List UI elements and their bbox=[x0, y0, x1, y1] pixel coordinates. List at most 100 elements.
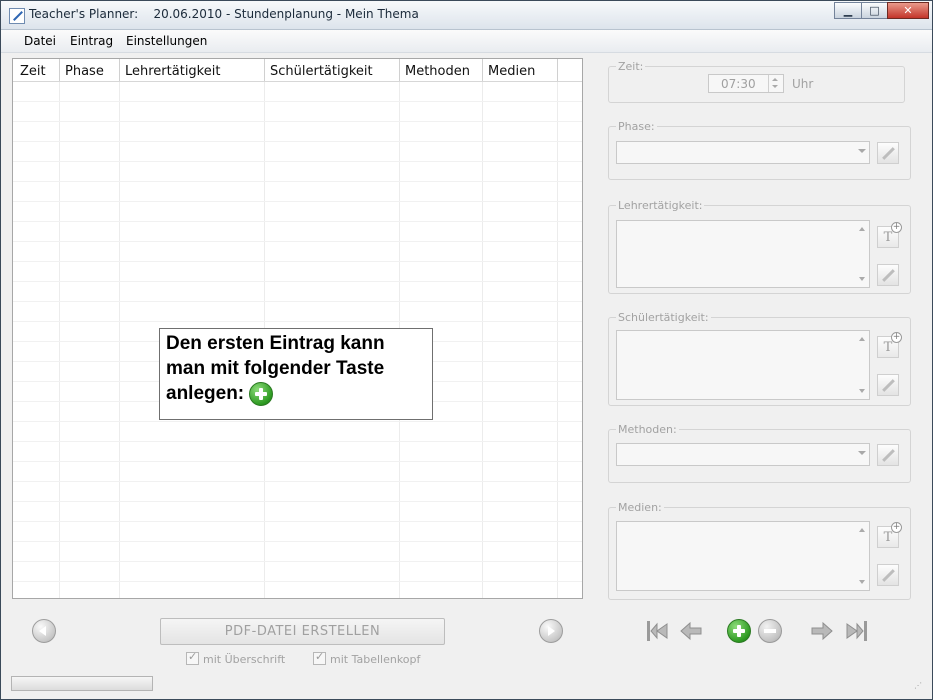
edit-schueler-button[interactable] bbox=[877, 374, 899, 396]
zeit-spinner-arrows[interactable] bbox=[768, 75, 783, 92]
edit-lehrer-button[interactable] bbox=[877, 264, 899, 286]
column-header-phase[interactable]: Phase bbox=[65, 64, 104, 79]
minus-icon bbox=[764, 629, 776, 633]
horizontal-scrollbar[interactable] bbox=[11, 676, 153, 691]
column-header-medien[interactable]: Medien bbox=[488, 64, 535, 79]
add-entry-button[interactable] bbox=[727, 619, 751, 643]
maximize-button[interactable]: □ bbox=[861, 2, 888, 19]
table-header: Zeit Phase Lehrertätigkeit Schülertätigk… bbox=[13, 59, 582, 82]
remove-entry-button[interactable] bbox=[758, 619, 782, 643]
scroll-up-icon[interactable] bbox=[859, 528, 865, 532]
header-separator bbox=[59, 59, 60, 81]
close-button[interactable]: ✕ bbox=[887, 2, 929, 19]
medien-label: Medien: bbox=[616, 501, 664, 514]
hint-line-2: man mit folgender Taste bbox=[166, 358, 385, 379]
checkbox-checked-icon[interactable] bbox=[313, 650, 326, 665]
lehrertaetigkeit-textarea[interactable] bbox=[616, 220, 870, 288]
zeit-group: Zeit: 07:30 Uhr bbox=[608, 60, 905, 103]
close-icon: ✕ bbox=[903, 4, 913, 17]
next-page-button[interactable] bbox=[539, 619, 563, 643]
app-window: Teacher's Planner: 20.06.2010 - Stundenp… bbox=[0, 0, 933, 700]
scroll-up-icon[interactable] bbox=[859, 337, 865, 341]
column-header-lehrertaetigkeit[interactable]: Lehrertätigkeit bbox=[125, 64, 220, 79]
previous-page-button[interactable] bbox=[32, 619, 56, 643]
minimize-button[interactable]: ▁ bbox=[834, 2, 862, 19]
header-separator bbox=[264, 59, 265, 81]
menu-bar: Datei Eintrag Einstellungen bbox=[1, 30, 932, 53]
bar-mark bbox=[647, 621, 650, 641]
row-line bbox=[13, 301, 582, 302]
last-record-icon bbox=[846, 622, 864, 640]
column-header-schuelertaetigkeit[interactable]: Schülertätigkeit bbox=[270, 64, 373, 79]
row-line bbox=[13, 521, 582, 522]
row-line bbox=[13, 581, 582, 582]
last-record-button[interactable] bbox=[843, 618, 869, 644]
column-header-zeit[interactable]: Zeit bbox=[20, 64, 46, 79]
first-entry-hint: Den ersten Eintrag kann man mit folgende… bbox=[159, 328, 433, 420]
edit-phase-button[interactable] bbox=[877, 142, 899, 164]
row-line bbox=[13, 221, 582, 222]
schuelertaetigkeit-textarea[interactable] bbox=[616, 330, 870, 400]
methoden-select[interactable] bbox=[616, 443, 870, 466]
column-line bbox=[59, 59, 60, 598]
zeit-unit: Uhr bbox=[792, 77, 814, 91]
scroll-up-icon[interactable] bbox=[859, 227, 865, 231]
maximize-icon: □ bbox=[869, 4, 880, 17]
create-pdf-button[interactable]: PDF-DATEI ERSTELLEN bbox=[160, 618, 445, 645]
schuelertaetigkeit-label: Schülertätigkeit: bbox=[616, 311, 711, 324]
menu-einstellungen[interactable]: Einstellungen bbox=[126, 34, 207, 48]
phase-select[interactable] bbox=[616, 141, 870, 164]
spin-up-icon bbox=[772, 78, 778, 81]
resize-grip-icon[interactable]: ⋰ bbox=[914, 681, 924, 691]
methoden-group: Methoden: bbox=[608, 423, 911, 483]
row-line bbox=[13, 201, 582, 202]
minimize-icon: ▁ bbox=[843, 4, 853, 17]
column-header-methoden[interactable]: Methoden bbox=[405, 64, 470, 79]
edit-methoden-button[interactable] bbox=[877, 444, 899, 466]
row-line bbox=[13, 561, 582, 562]
checkbox-ueberschrift-label: mit Überschrift bbox=[203, 653, 286, 666]
bar-mark bbox=[864, 621, 867, 641]
row-line bbox=[13, 261, 582, 262]
scroll-down-icon[interactable] bbox=[859, 277, 865, 281]
row-line bbox=[13, 101, 582, 102]
first-record-icon bbox=[650, 622, 668, 640]
first-record-button[interactable] bbox=[645, 618, 671, 644]
menu-eintrag[interactable]: Eintrag bbox=[70, 34, 113, 48]
window-title: Teacher's Planner: 20.06.2010 - Stundenp… bbox=[29, 7, 419, 21]
zeit-spinner[interactable]: 07:30 bbox=[708, 74, 784, 93]
insert-text-lehrer-button[interactable]: T + bbox=[877, 222, 902, 248]
checkbox-checked-icon[interactable] bbox=[186, 650, 199, 665]
checkbox-tabellenkopf-label: mit Tabellenkopf bbox=[330, 653, 421, 666]
column-line bbox=[482, 59, 483, 598]
title-bar[interactable]: Teacher's Planner: 20.06.2010 - Stundenp… bbox=[1, 1, 932, 30]
lehrertaetigkeit-group: Lehrertätigkeit: T + bbox=[608, 199, 911, 294]
row-line bbox=[13, 481, 582, 482]
checkbox-ueberschrift[interactable]: mit Überschrift bbox=[186, 650, 286, 666]
arrow-left-icon bbox=[39, 626, 46, 636]
row-line bbox=[13, 241, 582, 242]
row-line bbox=[13, 121, 582, 122]
insert-text-schueler-button[interactable]: T + bbox=[877, 332, 902, 358]
edit-medien-button[interactable] bbox=[877, 564, 899, 586]
checkbox-tabellenkopf[interactable]: mit Tabellenkopf bbox=[313, 650, 421, 666]
arrow-right-icon bbox=[811, 621, 833, 641]
row-line bbox=[13, 461, 582, 462]
scroll-down-icon[interactable] bbox=[859, 580, 865, 584]
phase-group: Phase: bbox=[608, 120, 911, 180]
spin-down-icon bbox=[772, 85, 778, 88]
next-record-button[interactable] bbox=[809, 618, 835, 644]
chevron-down-icon bbox=[858, 451, 866, 455]
insert-text-medien-button[interactable]: T + bbox=[877, 522, 902, 548]
scroll-down-icon[interactable] bbox=[859, 389, 865, 393]
previous-record-button[interactable] bbox=[678, 618, 704, 644]
menu-datei[interactable]: Datei bbox=[24, 34, 56, 48]
row-line bbox=[13, 141, 582, 142]
phase-label: Phase: bbox=[616, 120, 657, 133]
medien-textarea[interactable] bbox=[616, 521, 870, 591]
medien-group: Medien: T + bbox=[608, 501, 911, 600]
header-separator bbox=[482, 59, 483, 81]
zeit-value: 07:30 bbox=[721, 77, 756, 91]
row-line bbox=[13, 501, 582, 502]
plus-icon: + bbox=[891, 222, 902, 233]
